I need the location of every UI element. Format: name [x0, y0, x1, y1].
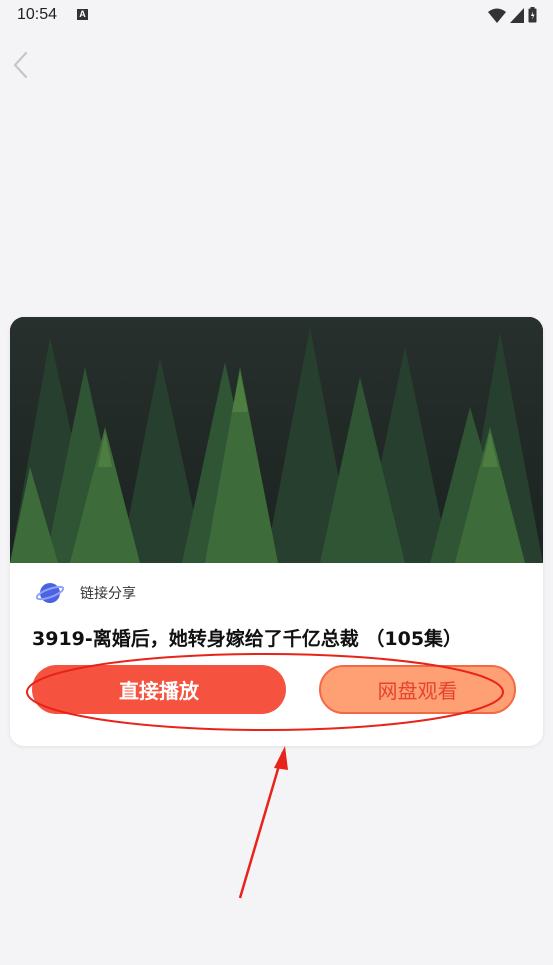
annotation-arrowhead [274, 746, 288, 770]
status-icons [488, 6, 537, 24]
status-time: 10:54 [17, 6, 58, 23]
signal-icon [510, 7, 524, 23]
share-card: 链接分享 3919-离婚后，她转身嫁给了千亿总裁 （105集） 直接播放 网盘观… [10, 317, 543, 746]
direct-play-button[interactable]: 直接播放 [32, 665, 286, 714]
back-button[interactable] [10, 50, 34, 80]
planet-icon [36, 583, 64, 603]
share-label: 链接分享 [80, 586, 136, 602]
cloud-disk-watch-button[interactable]: 网盘观看 [319, 665, 516, 714]
chevron-left-icon [13, 51, 28, 79]
share-source-row: 链接分享 [36, 579, 136, 607]
video-title: 3919-离婚后，她转身嫁给了千亿总裁 （105集） [32, 628, 463, 650]
wifi-icon [488, 8, 506, 23]
status-bar: 10:54 A [0, 0, 553, 32]
a-icon: A [77, 9, 88, 20]
annotation-arrow [238, 751, 285, 899]
forest-banner-image [10, 317, 543, 563]
battery-icon [528, 7, 537, 23]
